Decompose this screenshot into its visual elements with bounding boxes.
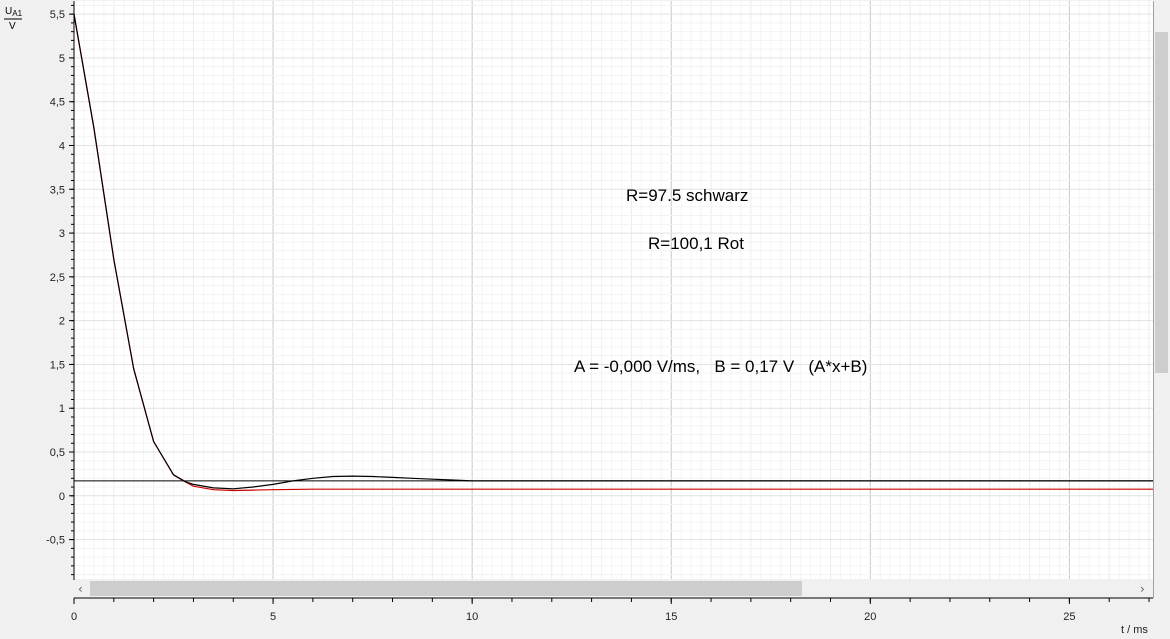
y-tick-label: -0,5: [46, 535, 65, 547]
vertical-scrollbar-thumb[interactable]: [1155, 32, 1168, 373]
y-axis-unit: V: [9, 21, 16, 32]
y-tick-label: 2: [59, 316, 65, 328]
y-tick-label: 4,5: [50, 97, 65, 109]
y-tick-label: 1: [59, 403, 65, 415]
x-tick-label: 0: [71, 611, 77, 623]
scroll-left-arrow-icon[interactable]: ‹: [78, 582, 83, 596]
x-tick-label: 10: [466, 611, 478, 623]
x-axis-ticks: 0 5 10 15 20 25: [71, 598, 1150, 623]
annotation-resistance-red: R=100,1 Rot: [648, 234, 744, 253]
x-axis-label: t / ms: [1121, 624, 1148, 636]
y-axis-label-sub: A1: [12, 9, 22, 18]
annotation-fit-parameters: A = -0,000 V/ms, B = 0,17 V (A*x+B): [574, 357, 867, 376]
y-axis-ticks: -0,5 0 0,5 1 1,5 2 2,5 3 3,5 4 4,5 5 5,5: [46, 4, 74, 576]
plot-area: [74, 1, 1153, 579]
y-tick-label: 4: [59, 141, 65, 153]
y-tick-label: 5: [59, 53, 65, 65]
scroll-right-arrow-icon[interactable]: ›: [1140, 582, 1145, 596]
y-tick-label: 1,5: [50, 359, 65, 371]
y-tick-label: 0,5: [50, 447, 65, 459]
y-axis-label: UA1: [5, 6, 23, 18]
right-frame: [1153, 1, 1154, 598]
y-tick-label: 2,5: [50, 272, 65, 284]
x-tick-label: 25: [1063, 611, 1075, 623]
chart: ‹ › -0,5 0 0,5 1 1,5 2 2,5 3 3,5 4 4,5 5 5,5 0 5 10 15 2…: [4, 1, 1169, 636]
horizontal-scrollbar-thumb[interactable]: [90, 581, 802, 596]
y-tick-label: 5,5: [50, 9, 65, 21]
x-tick-label: 20: [864, 611, 876, 623]
y-tick-label: 3: [59, 228, 65, 240]
annotation-resistance-black: R=97.5 schwarz: [626, 186, 748, 205]
y-tick-label: 0: [59, 491, 65, 503]
y-tick-label: 3,5: [50, 184, 65, 196]
x-tick-label: 5: [270, 611, 276, 623]
x-tick-label: 15: [665, 611, 677, 623]
